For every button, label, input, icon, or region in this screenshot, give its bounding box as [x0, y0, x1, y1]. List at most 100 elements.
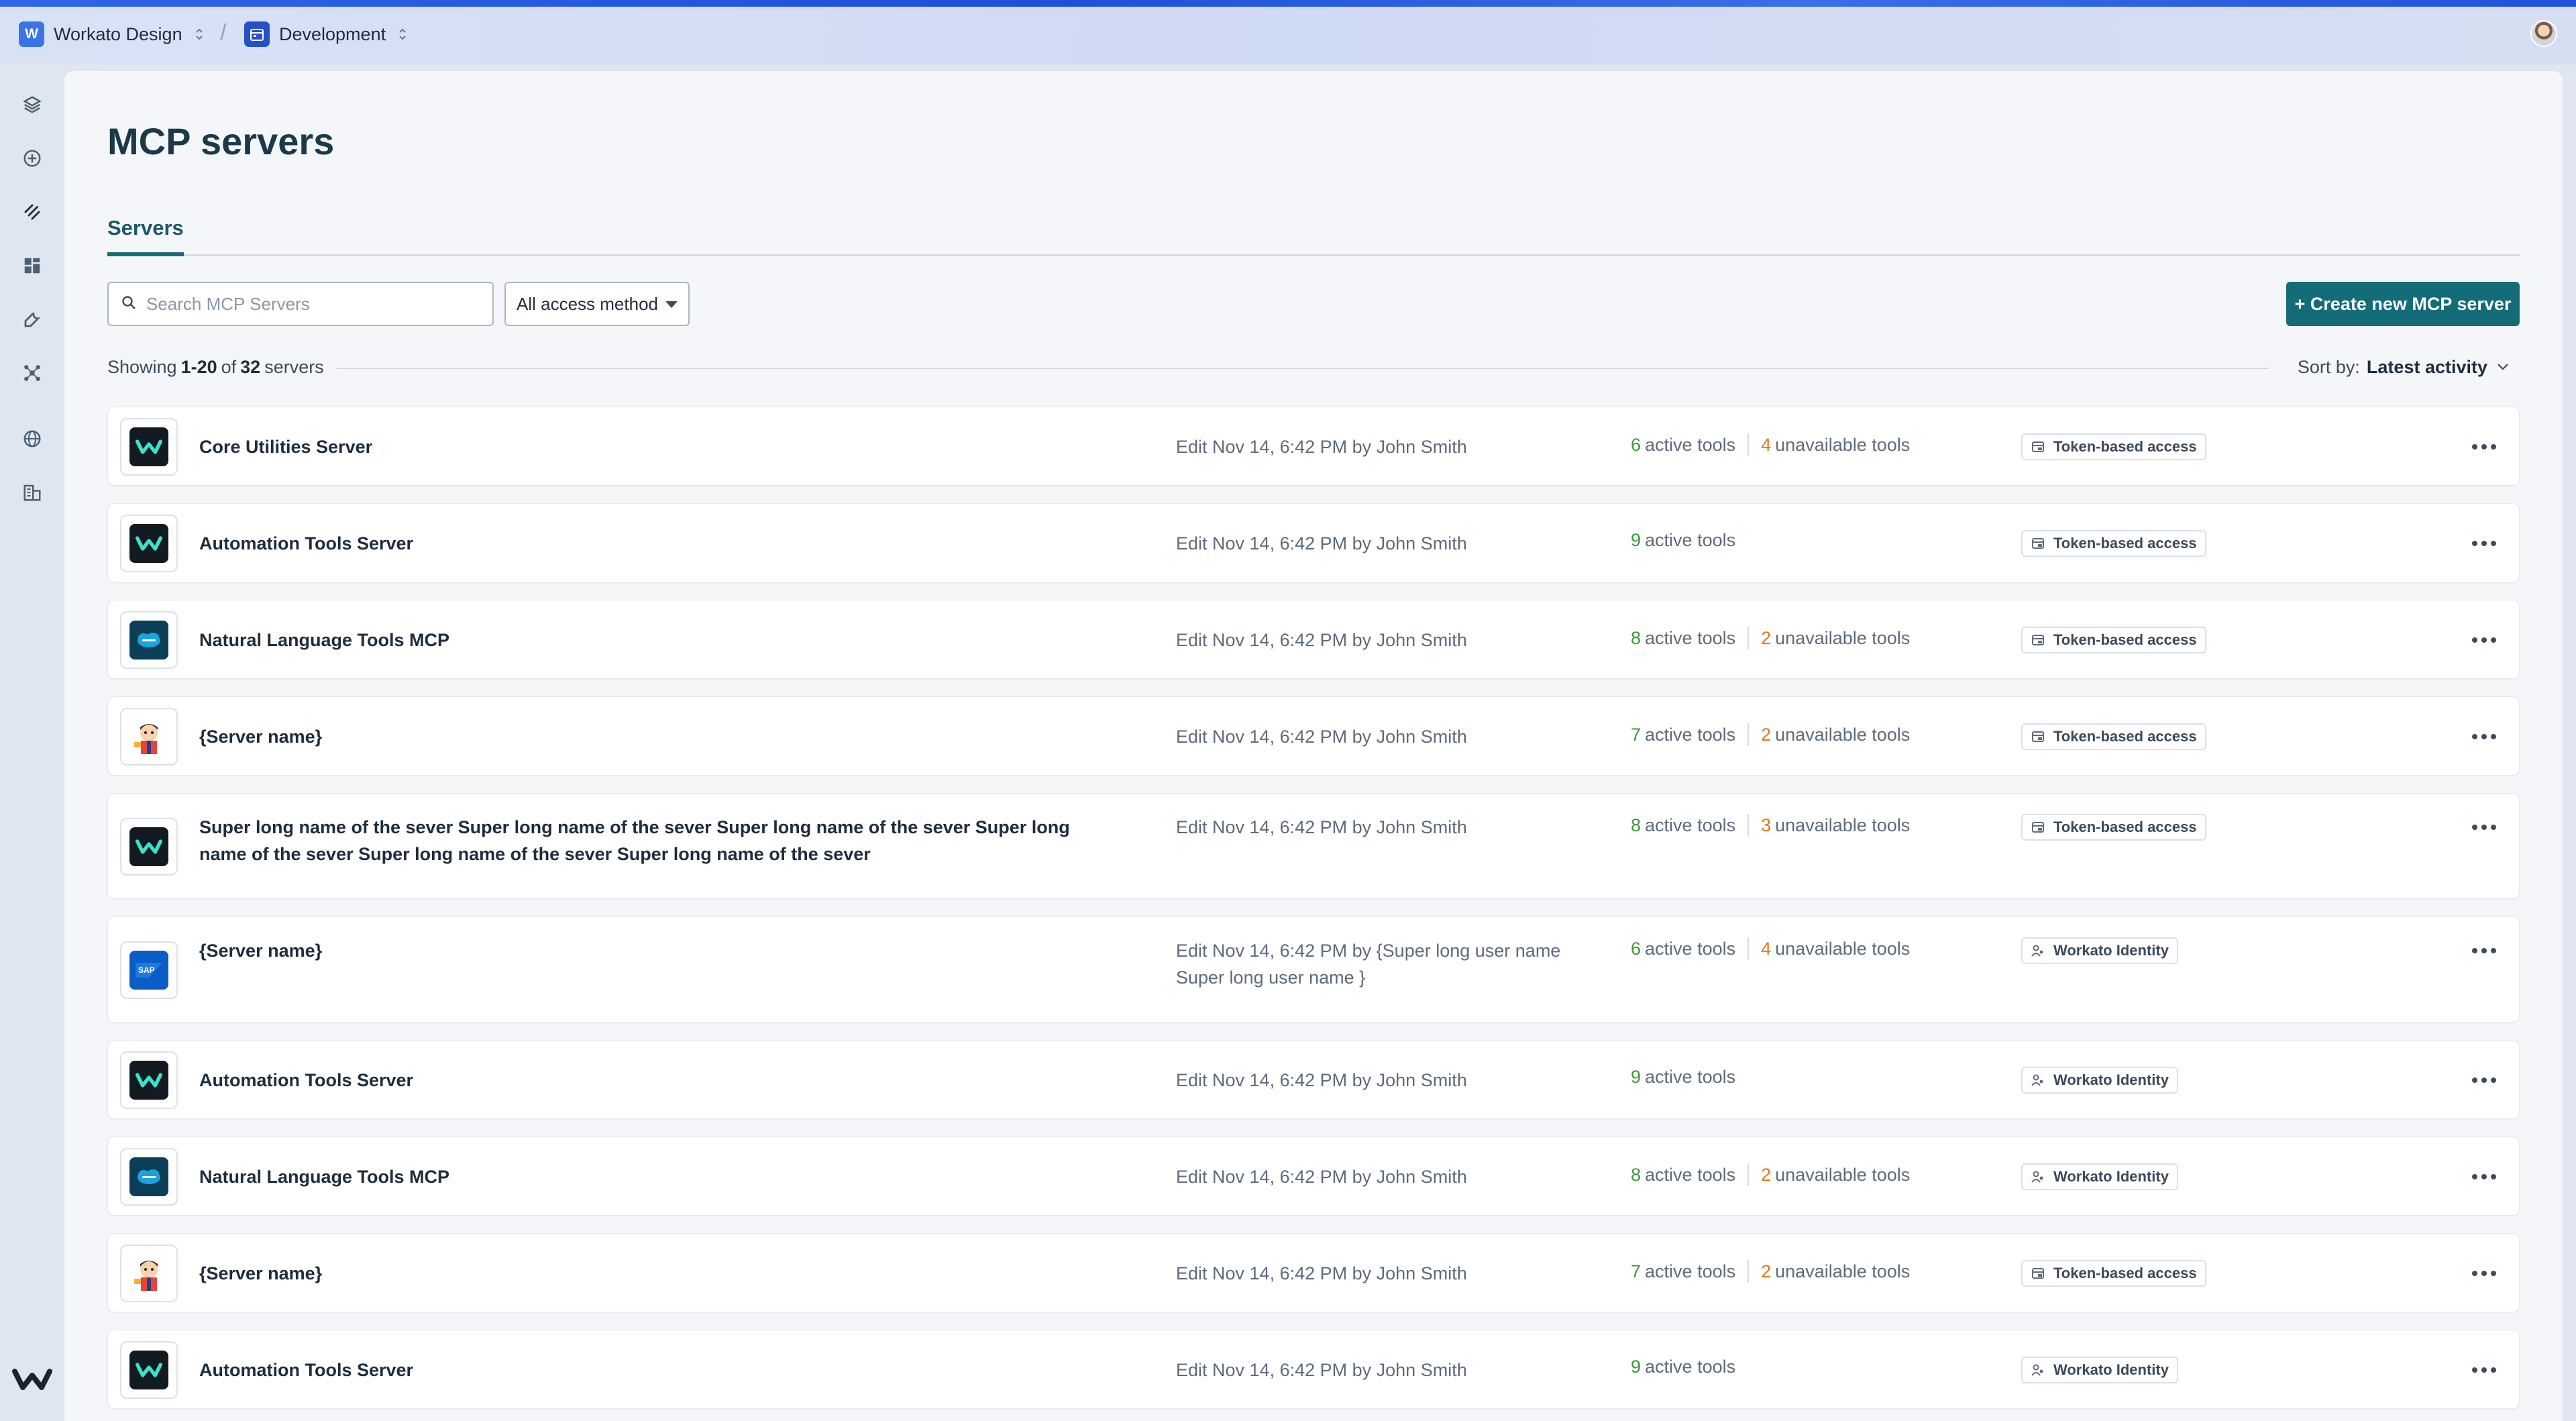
last-edit-info: Edit Nov 14, 6:42 PM by John Smith: [1176, 1167, 1467, 1187]
active-tools-label: active tools: [1645, 1261, 1736, 1281]
more-options-icon[interactable]: [2465, 530, 2503, 557]
server-row[interactable]: SAP {Server name} Edit Nov 14, 6:42 PM by …: [107, 916, 2520, 1022]
access-method-label: Token-based access: [2053, 631, 2197, 648]
server-name[interactable]: Automation Tools Server: [199, 1067, 1071, 1094]
environment-name: Development: [279, 23, 386, 44]
last-edit-info: Edit Nov 14, 6:42 PM by John Smith: [1176, 1263, 1467, 1283]
top-accent-bar: [0, 0, 2576, 7]
access-method-select[interactable]: All access method: [504, 282, 690, 326]
server-row[interactable]: {Server name} Edit Nov 14, 6:42 PM by Joh…: [107, 1233, 2520, 1312]
tools-summary: 7 active tools 2 unavailable tools: [1631, 723, 1910, 746]
environment-switcher[interactable]: Development: [244, 20, 407, 48]
access-method-label: Token-based access: [2053, 728, 2197, 745]
chevron-updown-icon: [195, 27, 204, 42]
search-box[interactable]: [107, 282, 494, 326]
sap-logo-icon: SAP: [120, 941, 178, 999]
server-row[interactable]: Core Utilities Server Edit Nov 14, 6:42 P…: [107, 407, 2520, 486]
last-edit-info: Edit Nov 14, 6:42 PM by John Smith: [1176, 630, 1467, 650]
cluster-icon[interactable]: [19, 360, 46, 386]
summary-total: 32: [240, 357, 261, 377]
wrench-icon[interactable]: [19, 306, 46, 333]
server-name[interactable]: {Server name}: [199, 1260, 1071, 1287]
token-icon: [2031, 820, 2045, 835]
tools-summary: 8 active tools 2 unavailable tools: [1631, 1163, 1910, 1186]
access-method-badge: Token-based access: [2021, 1260, 2206, 1287]
tools-divider: [1748, 627, 1750, 649]
mcp-servers-icon[interactable]: [19, 199, 46, 225]
top-bar: W Workato Design / Development: [0, 0, 2576, 64]
search-input[interactable]: [146, 293, 482, 315]
server-name[interactable]: Super long name of the sever Super long …: [199, 814, 1071, 867]
tools-summary: 7 active tools 2 unavailable tools: [1631, 1260, 1910, 1283]
last-edit-info: Edit Nov 14, 6:42 PM by John Smith: [1176, 1360, 1467, 1380]
server-row[interactable]: Natural Language Tools MCP Edit Nov 14, 6…: [107, 600, 2520, 679]
tools-summary: 6 active tools 4 unavailable tools: [1631, 433, 1910, 456]
workato-logo-icon[interactable]: [12, 1365, 52, 1394]
active-tools-label: active tools: [1645, 434, 1736, 455]
buildings-icon[interactable]: [19, 479, 46, 506]
server-row[interactable]: Automation Tools Server Edit Nov 14, 6:42…: [107, 503, 2520, 582]
token-icon: [2031, 729, 2045, 744]
identity-icon: [2031, 1169, 2045, 1184]
unavailable-tools-label: unavailable tools: [1775, 814, 1911, 835]
active-tools-label: active tools: [1645, 1357, 1736, 1377]
unavailable-tools-label: unavailable tools: [1775, 434, 1911, 455]
workspace-switcher[interactable]: W Workato Design: [19, 20, 204, 48]
more-options-icon[interactable]: [2465, 1357, 2503, 1383]
active-tools-label: active tools: [1645, 814, 1736, 835]
last-edit-info: Edit Nov 14, 6:42 PM by John Smith: [1176, 817, 1467, 837]
unavailable-tools-count: 2: [1761, 1261, 1772, 1281]
access-method-value: All access method: [517, 293, 658, 314]
server-row[interactable]: {Server name} Edit Nov 14, 6:42 PM by Joh…: [107, 696, 2520, 776]
user-avatar[interactable]: [2530, 20, 2557, 47]
server-name[interactable]: Core Utilities Server: [199, 433, 1071, 460]
token-icon: [2031, 536, 2045, 551]
more-options-icon[interactable]: [2465, 1260, 2503, 1287]
tab-servers[interactable]: Servers: [107, 209, 184, 256]
create-mcp-server-button[interactable]: + Create new MCP server: [2286, 282, 2520, 326]
last-edit-info: Edit Nov 14, 6:42 PM by {Super long user…: [1176, 941, 1561, 988]
server-row[interactable]: Super long name of the sever Super long …: [107, 793, 2520, 899]
tools-summary: 6 active tools 4 unavailable tools: [1631, 937, 1910, 960]
layers-icon[interactable]: [19, 91, 46, 118]
more-options-icon[interactable]: [2465, 937, 2503, 964]
caret-down-icon: [665, 301, 678, 308]
workato-logo-icon: [120, 1341, 178, 1399]
server-row[interactable]: Automation Tools Server Edit Nov 14, 6:42…: [107, 1040, 2520, 1119]
more-options-icon[interactable]: [2465, 1163, 2503, 1190]
access-method-badge: Token-based access: [2021, 433, 2206, 460]
active-tools-label: active tools: [1645, 724, 1736, 745]
more-options-icon[interactable]: [2465, 1067, 2503, 1094]
server-name[interactable]: {Server name}: [199, 723, 1071, 750]
more-options-icon[interactable]: [2465, 433, 2503, 460]
unavailable-tools-count: 3: [1761, 814, 1772, 835]
last-edit-info: Edit Nov 14, 6:42 PM by John Smith: [1176, 437, 1467, 457]
unavailable-tools-count: 4: [1761, 434, 1772, 455]
unavailable-tools-count: 2: [1761, 627, 1772, 648]
workspace-name: Workato Design: [54, 23, 182, 44]
active-tools-count: 8: [1631, 1164, 1642, 1185]
more-options-icon[interactable]: [2465, 627, 2503, 653]
unavailable-tools-label: unavailable tools: [1775, 724, 1911, 745]
more-options-icon[interactable]: [2465, 814, 2503, 841]
server-name[interactable]: Natural Language Tools MCP: [199, 1163, 1071, 1190]
server-name[interactable]: {Server name}: [199, 937, 1071, 964]
server-row[interactable]: Automation Tools Server Edit Nov 14, 6:42…: [107, 1330, 2520, 1409]
workato-logo-icon: [120, 515, 178, 572]
more-options-icon[interactable]: [2465, 723, 2503, 750]
server-name[interactable]: Natural Language Tools MCP: [199, 627, 1071, 653]
globe-icon[interactable]: [19, 425, 46, 452]
sort-control[interactable]: Sort by: Latest activity: [2298, 357, 2509, 378]
server-row[interactable]: Natural Language Tools MCP Edit Nov 14, 6…: [107, 1137, 2520, 1216]
add-circle-icon[interactable]: [19, 145, 46, 172]
token-icon: [2031, 633, 2045, 647]
salesforce-logo-icon: [120, 1148, 178, 1206]
tools-summary: 8 active tools 3 unavailable tools: [1631, 814, 1910, 837]
summary-range: 1-20: [180, 357, 217, 377]
search-icon: [121, 295, 137, 314]
results-summary: Showing 1-20 of 32 servers: [107, 357, 324, 378]
dashboard-icon[interactable]: [19, 252, 46, 279]
server-name[interactable]: Automation Tools Server: [199, 530, 1071, 557]
tools-divider: [1748, 1163, 1750, 1186]
server-name[interactable]: Automation Tools Server: [199, 1357, 1071, 1383]
